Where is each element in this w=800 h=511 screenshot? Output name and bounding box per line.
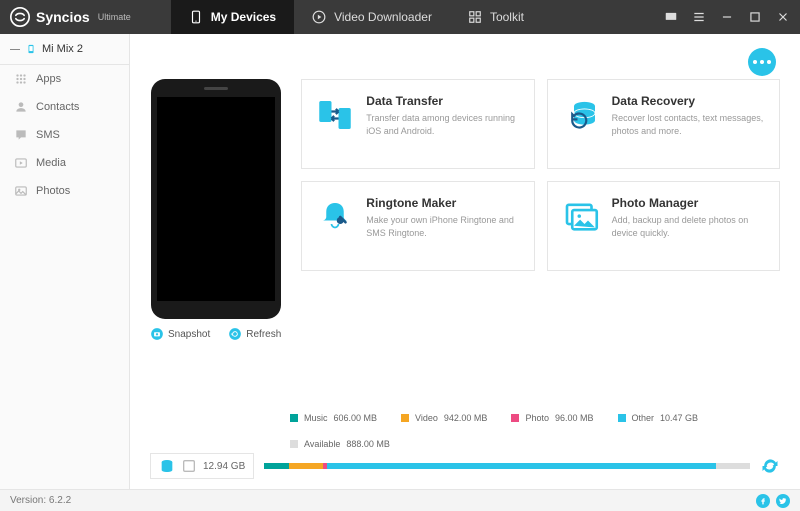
card-title: Data Transfer — [366, 94, 521, 108]
sidebar-item-label: SMS — [36, 129, 60, 141]
apps-icon — [14, 72, 28, 86]
twitter-icon — [779, 497, 787, 505]
twitter-button[interactable] — [776, 494, 790, 508]
app-name: Syncios — [36, 9, 90, 25]
snapshot-label: Snapshot — [168, 329, 210, 340]
facebook-button[interactable] — [756, 494, 770, 508]
seg-other — [327, 463, 716, 469]
contacts-icon — [14, 100, 28, 114]
snapshot-button[interactable]: Snapshot — [150, 327, 210, 341]
sms-icon — [14, 128, 28, 142]
photos-icon — [14, 184, 28, 198]
syncios-logo-icon — [10, 7, 30, 27]
card-title: Data Recovery — [612, 94, 767, 108]
legend-available: Available888.00 MB — [290, 439, 390, 449]
phone-icon — [189, 10, 203, 24]
sidebar-item-apps[interactable]: Apps — [0, 65, 129, 93]
sidebar-item-label: Contacts — [36, 101, 79, 113]
seg-music — [264, 463, 288, 469]
tab-label: Video Downloader — [334, 10, 432, 24]
phone-speaker — [204, 87, 228, 90]
card-desc: Transfer data among devices running iOS … — [366, 112, 521, 137]
card-desc: Make your own iPhone Ringtone and SMS Ri… — [366, 214, 521, 239]
titlebar: Syncios Ultimate My Devices Video Downlo… — [0, 0, 800, 34]
refresh-icon — [228, 327, 242, 341]
tab-toolkit[interactable]: Toolkit — [450, 0, 542, 34]
legend-other: Other10.47 GB — [618, 413, 699, 423]
legend-music: Music606.00 MB — [290, 413, 377, 423]
message-icon[interactable] — [664, 10, 678, 24]
device-selector[interactable]: Mi Mix 2 — [0, 34, 129, 65]
storage-device-toggle[interactable]: 12.94 GB — [150, 453, 254, 479]
card-title: Photo Manager — [612, 196, 767, 210]
storage-legend: Music606.00 MB Video942.00 MB Photo96.00… — [290, 413, 780, 449]
legend-video: Video942.00 MB — [401, 413, 487, 423]
device-name: Mi Mix 2 — [42, 43, 83, 55]
phone-screen — [157, 97, 275, 301]
card-title: Ringtone Maker — [366, 196, 521, 210]
play-icon — [312, 10, 326, 24]
close-button[interactable] — [776, 10, 790, 24]
card-desc: Add, backup and delete photos on device … — [612, 214, 767, 239]
collapse-icon — [10, 49, 20, 50]
sync-button[interactable] — [760, 456, 780, 476]
more-button[interactable] — [748, 48, 776, 76]
refresh-label: Refresh — [246, 329, 281, 340]
ringtone-maker-icon — [314, 196, 356, 238]
more-dots-icon — [753, 60, 771, 64]
feature-cards: Data Transfer Transfer data among device… — [301, 79, 780, 341]
main-tabs: My Devices Video Downloader Toolkit — [171, 0, 542, 34]
data-transfer-icon — [314, 94, 356, 136]
sidebar: Mi Mix 2 Apps Contacts SMS Media Photos — [0, 34, 130, 489]
photo-manager-icon — [560, 196, 602, 238]
tab-my-devices[interactable]: My Devices — [171, 0, 294, 34]
maximize-button[interactable] — [748, 10, 762, 24]
sidebar-item-photos[interactable]: Photos — [0, 177, 129, 205]
tab-label: Toolkit — [490, 10, 524, 24]
storage-sd-icon — [181, 458, 197, 474]
data-recovery-icon — [560, 94, 602, 136]
facebook-icon — [759, 497, 767, 505]
card-data-recovery[interactable]: Data Recovery Recover lost contacts, tex… — [547, 79, 780, 169]
sidebar-item-contacts[interactable]: Contacts — [0, 93, 129, 121]
card-data-transfer[interactable]: Data Transfer Transfer data among device… — [301, 79, 534, 169]
footer: Version: 6.2.2 — [0, 489, 800, 511]
device-phone-icon — [26, 42, 36, 56]
refresh-button[interactable]: Refresh — [228, 327, 281, 341]
menu-icon[interactable] — [692, 10, 706, 24]
sidebar-item-label: Apps — [36, 73, 61, 85]
app-edition: Ultimate — [98, 12, 131, 22]
legend-photo: Photo96.00 MB — [511, 413, 593, 423]
sidebar-item-label: Media — [36, 157, 66, 169]
sidebar-item-sms[interactable]: SMS — [0, 121, 129, 149]
seg-video — [289, 463, 323, 469]
snapshot-icon — [150, 327, 164, 341]
phone-frame — [151, 79, 281, 319]
storage-internal-icon — [159, 458, 175, 474]
tab-video-downloader[interactable]: Video Downloader — [294, 0, 450, 34]
card-desc: Recover lost contacts, text messages, ph… — [612, 112, 767, 137]
toolkit-icon — [468, 10, 482, 24]
storage-bar — [264, 463, 750, 469]
sidebar-item-label: Photos — [36, 185, 70, 197]
tab-label: My Devices — [211, 10, 276, 24]
media-icon — [14, 156, 28, 170]
card-ringtone-maker[interactable]: Ringtone Maker Make your own iPhone Ring… — [301, 181, 534, 271]
storage-section: Music606.00 MB Video942.00 MB Photo96.00… — [150, 403, 780, 479]
sidebar-item-media[interactable]: Media — [0, 149, 129, 177]
version-label: Version: — [10, 495, 46, 506]
main-content: Snapshot Refresh Data Transfer Transfer … — [130, 34, 800, 489]
seg-available — [716, 463, 750, 469]
window-controls — [664, 10, 790, 24]
minimize-button[interactable] — [720, 10, 734, 24]
device-preview: Snapshot Refresh — [150, 79, 281, 341]
version-number: 6.2.2 — [49, 495, 71, 506]
card-photo-manager[interactable]: Photo Manager Add, backup and delete pho… — [547, 181, 780, 271]
app-logo: Syncios Ultimate — [10, 7, 131, 27]
storage-total: 12.94 GB — [203, 461, 245, 472]
